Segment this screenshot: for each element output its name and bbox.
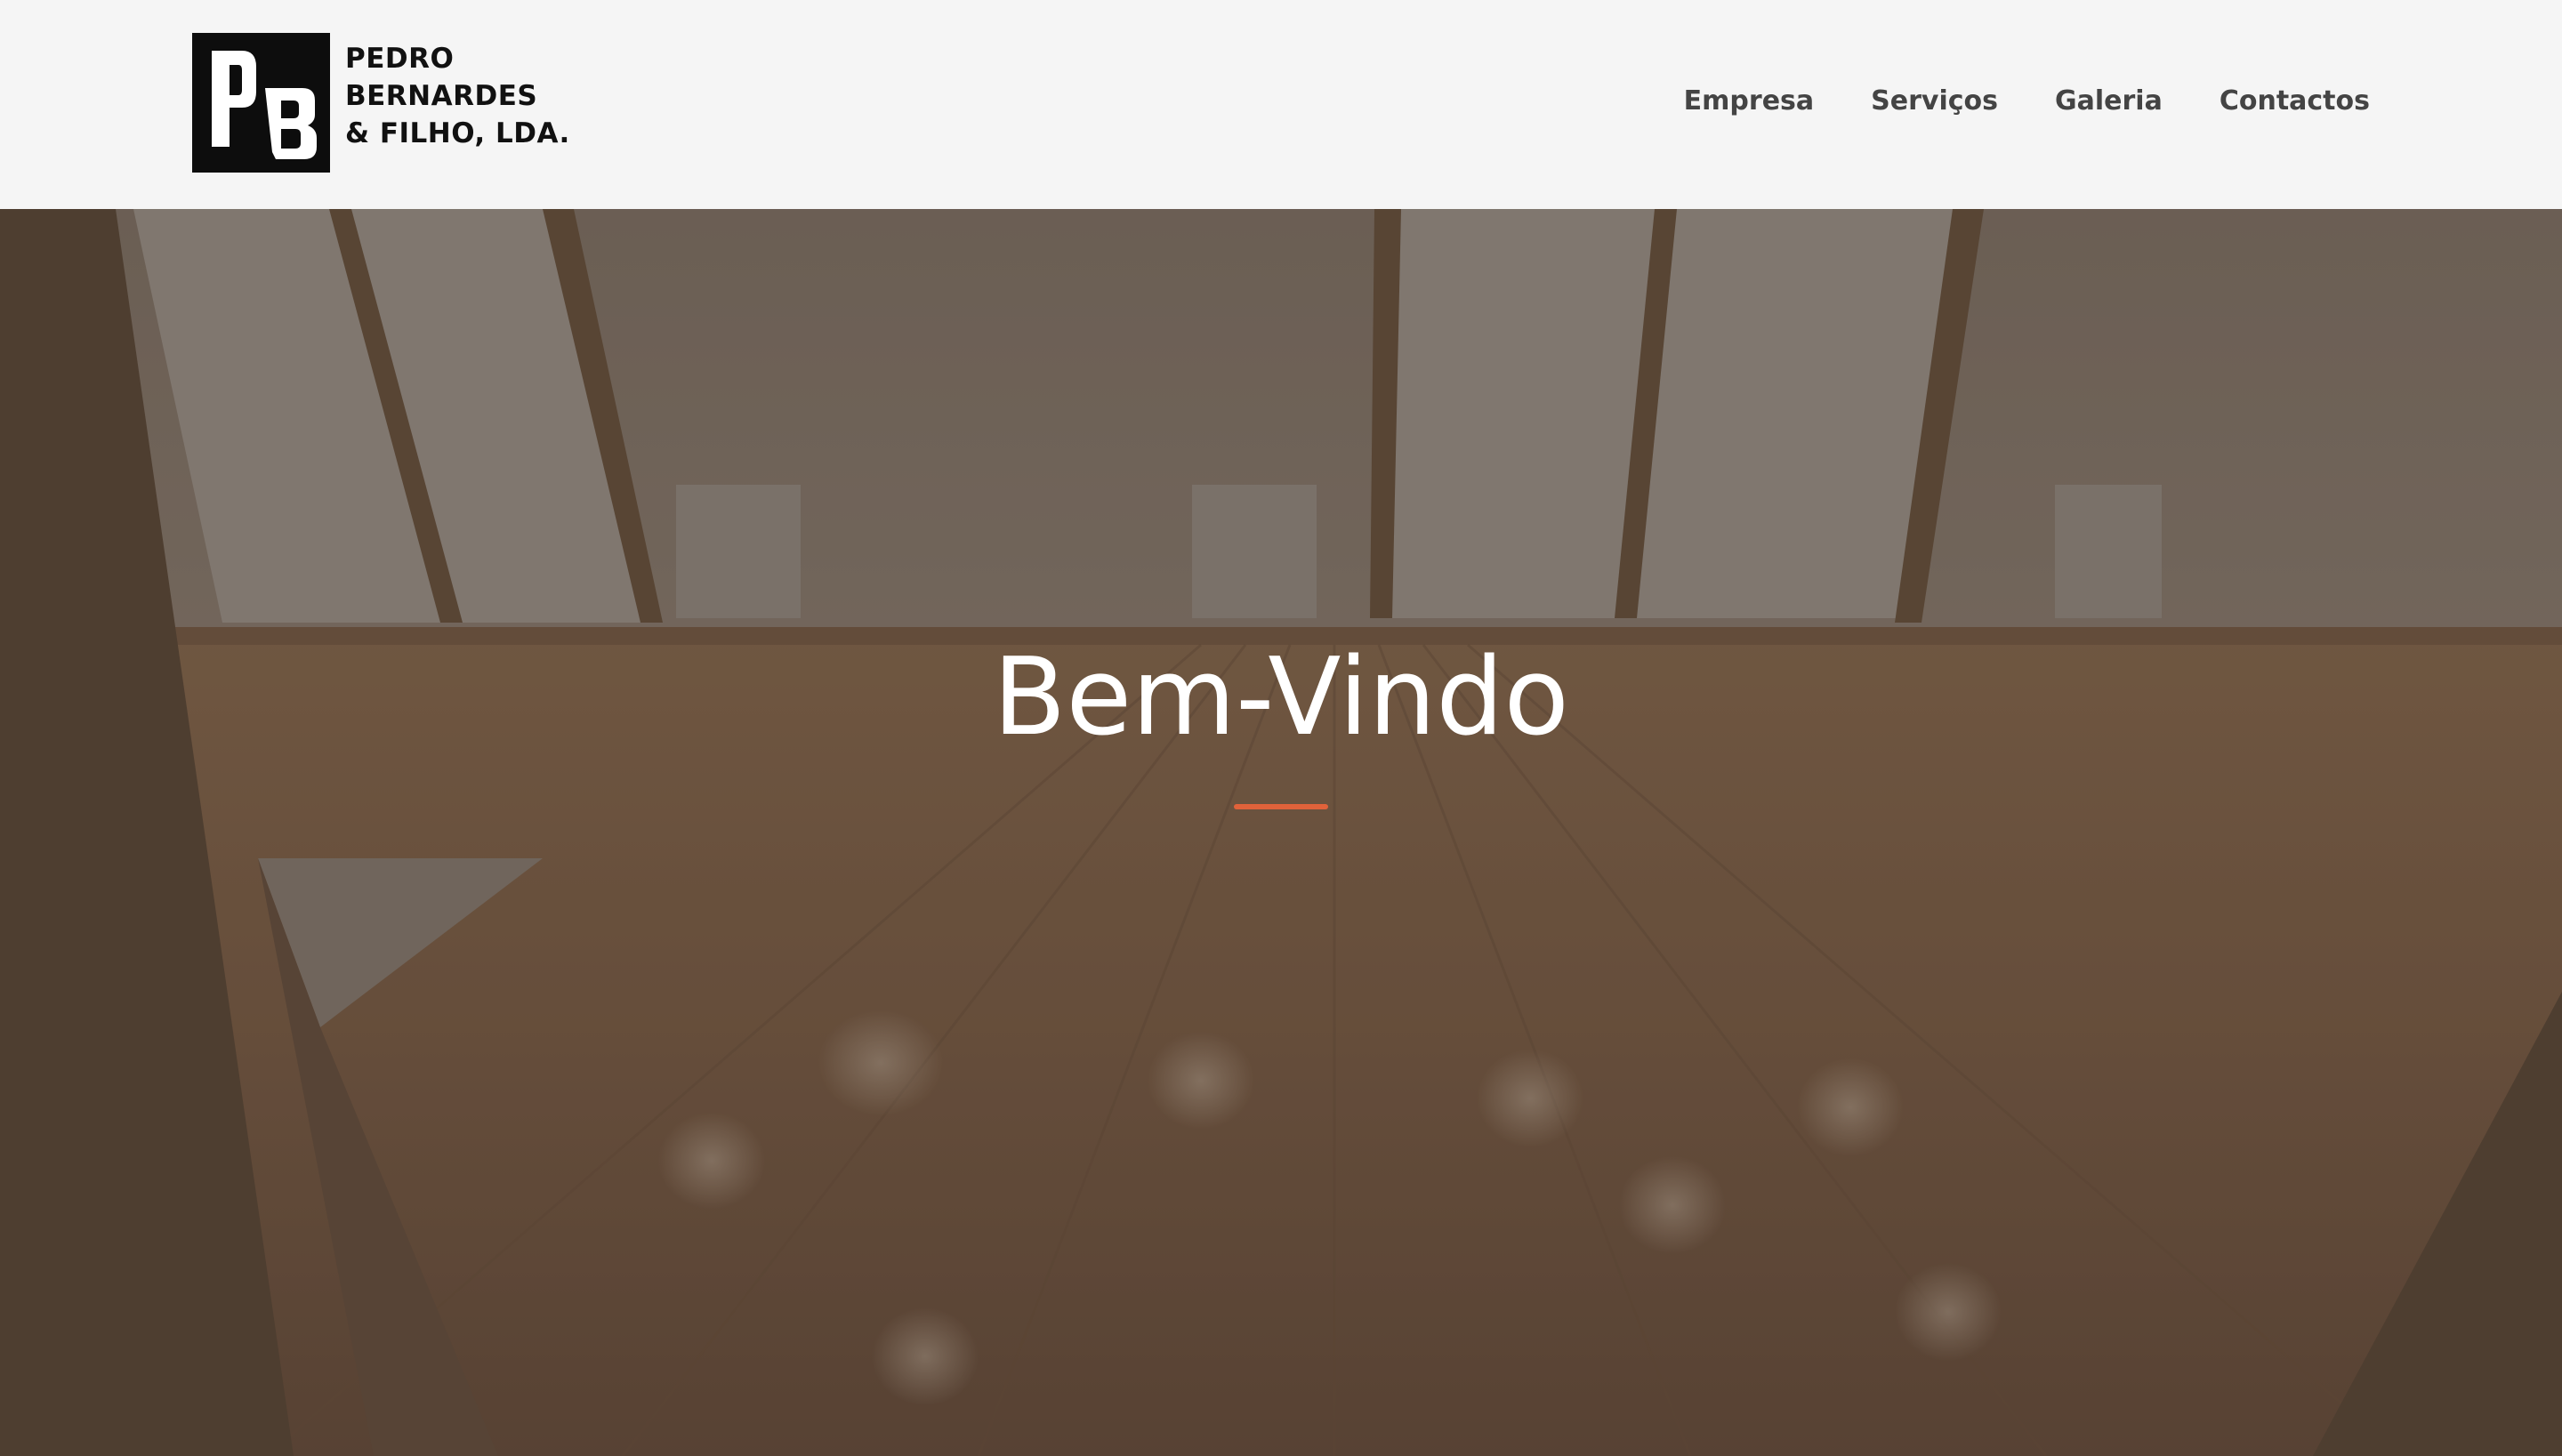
hero-title: Bem-Vindo <box>993 636 1569 760</box>
brand-line-2: BERNARDES <box>345 80 538 112</box>
nav-item-empresa[interactable]: Empresa <box>1684 75 1814 128</box>
site-header: PEDRO BERNARDES & FILHO, LDA. Empresa Se… <box>0 0 2562 209</box>
main-nav: Empresa Serviços Galeria Contactos <box>1684 75 2370 128</box>
brand-line-1: PEDRO <box>345 43 455 75</box>
nav-item-galeria[interactable]: Galeria <box>2055 75 2163 128</box>
nav-item-servicos[interactable]: Serviços <box>1871 75 1998 128</box>
hero-section: Bem-Vindo <box>0 209 2562 1456</box>
brand-name: PEDRO BERNARDES & FILHO, LDA. <box>345 40 570 152</box>
hero-divider <box>1234 804 1328 809</box>
brand-line-3: & FILHO, LDA. <box>345 117 570 149</box>
hero-overlay <box>0 209 2562 1456</box>
logo-monogram <box>192 33 330 173</box>
nav-item-contactos[interactable]: Contactos <box>2220 75 2370 128</box>
brand-logo[interactable]: PEDRO BERNARDES & FILHO, LDA. <box>192 33 570 173</box>
